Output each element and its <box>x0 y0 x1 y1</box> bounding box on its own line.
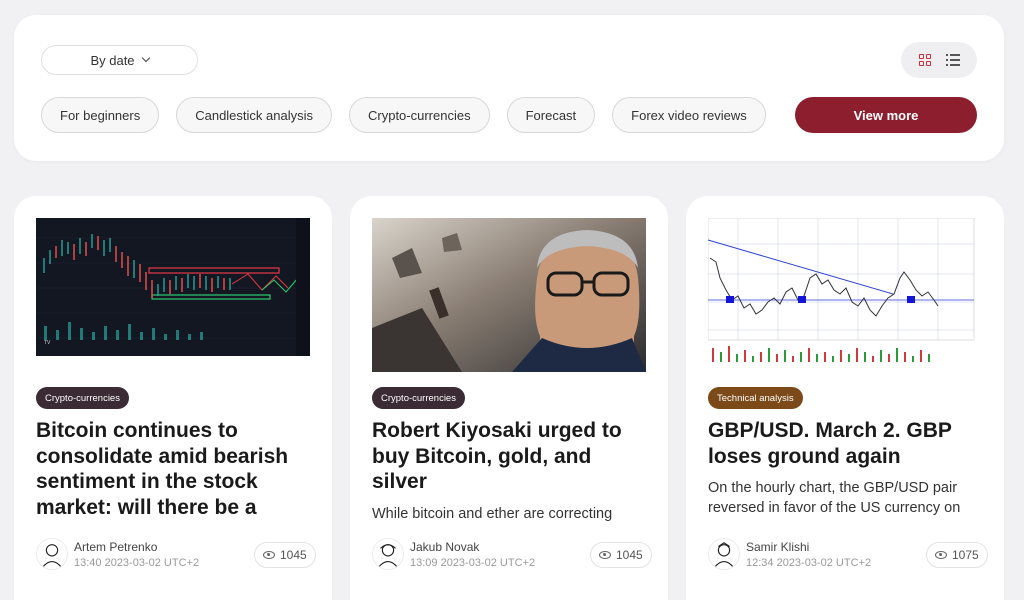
views-count: 1075 <box>926 542 988 568</box>
sort-label: By date <box>90 52 135 68</box>
author-name[interactable]: Samir Klishi <box>746 540 809 554</box>
article-excerpt: On the hourly chart, the GBP/USD pair re… <box>708 480 961 516</box>
article-title[interactable]: Bitcoin continues to consolidate amid be… <box>36 418 316 520</box>
article-datetime: 13:09 2023-03-02 UTC+2 <box>410 557 536 569</box>
view-more-button[interactable]: View more <box>795 97 977 133</box>
views-count: 1045 <box>590 542 652 568</box>
category-chips: For beginners Candlestick analysis Crypt… <box>41 97 766 133</box>
view-toggle <box>901 42 977 78</box>
eye-icon <box>599 551 611 559</box>
author-info: Artem Petrenko 13:40 2023-03-02 UTC+2 10… <box>36 538 316 572</box>
chip-candlestick-analysis[interactable]: Candlestick analysis <box>176 97 332 133</box>
article-datetime: 12:34 2023-03-02 UTC+2 <box>746 557 872 569</box>
category-badge[interactable]: Crypto-currencies <box>36 387 129 409</box>
author-name[interactable]: Jakub Novak <box>410 540 479 554</box>
views-value: 1045 <box>280 548 307 562</box>
article-thumbnail-btc-chart[interactable]: TV <box>36 218 310 356</box>
chip-forex-video-reviews[interactable]: Forex video reviews <box>612 97 766 133</box>
filter-panel: By date For beginners Candlestick analys… <box>14 15 1004 161</box>
article-card[interactable]: Technical analysis GBP/USD. March 2. GBP… <box>686 196 1004 600</box>
grid-view-icon[interactable] <box>919 54 931 66</box>
article-thumbnail-portrait[interactable] <box>372 218 646 372</box>
avatar <box>36 538 68 570</box>
views-value: 1045 <box>616 548 643 562</box>
svg-text:TV: TV <box>44 340 51 346</box>
author-info: Samir Klishi 12:34 2023-03-02 UTC+2 1075 <box>708 538 988 572</box>
article-card[interactable]: Crypto-currencies Robert Kiyosaki urged … <box>350 196 668 600</box>
article-title[interactable]: GBP/USD. March 2. GBP loses ground again <box>708 418 988 469</box>
chip-for-beginners[interactable]: For beginners <box>41 97 160 133</box>
article-title[interactable]: Robert Kiyosaki urged to buy Bitcoin, go… <box>372 418 652 495</box>
article-datetime: 13:40 2023-03-02 UTC+2 <box>74 557 200 569</box>
chip-crypto-currencies[interactable]: Crypto-currencies <box>349 97 490 133</box>
article-thumbnail-gbpusd-chart[interactable] <box>708 218 982 366</box>
eye-icon <box>263 551 275 559</box>
article-card[interactable]: TV Crypto-currencies Bitcoin continues t… <box>14 196 332 600</box>
category-badge[interactable]: Technical analysis <box>708 387 803 409</box>
list-view-icon[interactable] <box>946 54 960 66</box>
author-info: Jakub Novak 13:09 2023-03-02 UTC+2 1045 <box>372 538 652 572</box>
avatar <box>708 538 740 570</box>
views-count: 1045 <box>254 542 316 568</box>
chip-forecast[interactable]: Forecast <box>506 97 596 133</box>
eye-icon <box>935 551 947 559</box>
sort-dropdown[interactable]: By date <box>41 45 198 75</box>
avatar <box>372 538 404 570</box>
category-badge[interactable]: Crypto-currencies <box>372 387 465 409</box>
chevron-down-icon <box>141 53 150 63</box>
author-name[interactable]: Artem Petrenko <box>74 540 157 554</box>
views-value: 1075 <box>952 548 979 562</box>
article-excerpt: While bitcoin and ether are correcting <box>372 506 613 522</box>
